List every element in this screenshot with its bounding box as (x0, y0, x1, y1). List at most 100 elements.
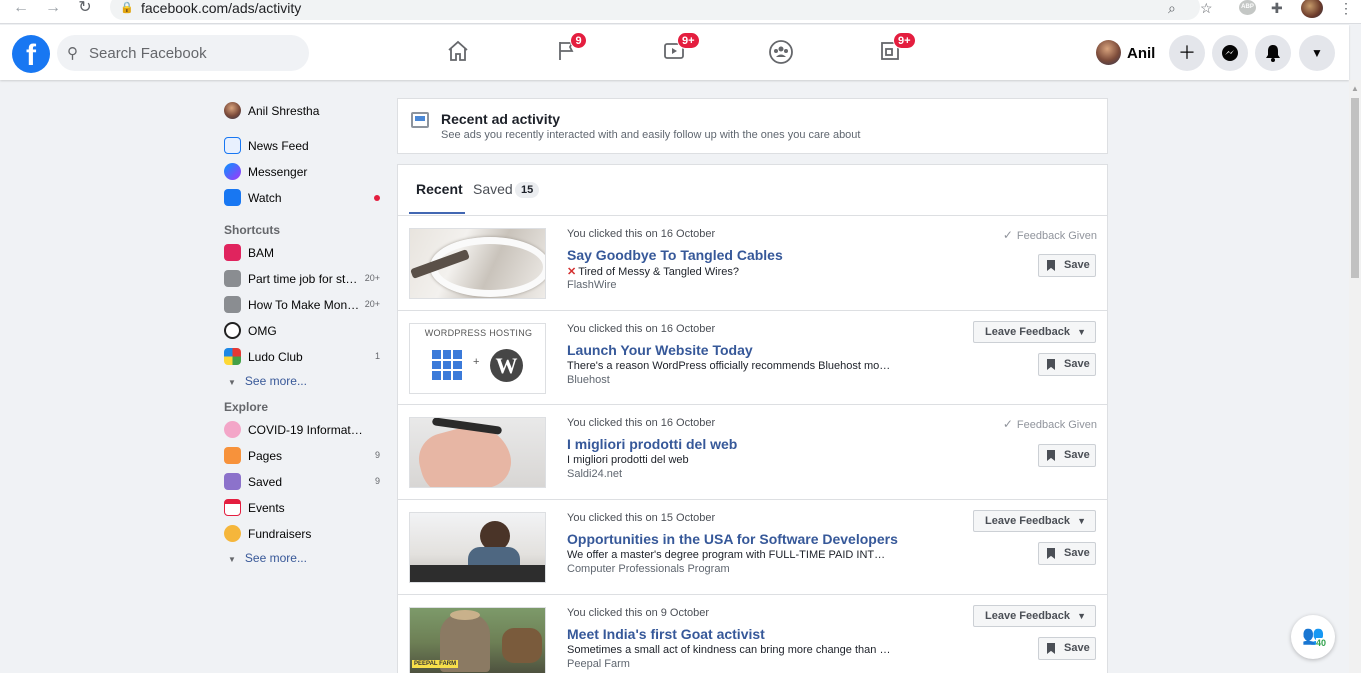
leave-feedback-button[interactable]: Leave Feedback ▼ (973, 321, 1096, 343)
sidebar-item-news-feed[interactable]: News Feed (216, 134, 386, 156)
sidebar-explore-fundraisers[interactable]: Fundraisers (216, 522, 386, 544)
sidebar-item-label: Events (248, 501, 285, 515)
ludo-icon (224, 348, 241, 365)
home-icon[interactable] (444, 39, 472, 67)
red-x-icon: ✕ (567, 266, 577, 278)
ad-thumbnail[interactable] (409, 417, 546, 488)
pages-badge: 9 (570, 32, 587, 49)
ad-title-link[interactable]: I migliori prodotti del web (567, 436, 737, 452)
lock-icon[interactable]: 🔒 (120, 1, 134, 14)
zoom-icon[interactable]: ⌕ (1168, 0, 1176, 16)
sidebar-item-label: Pages (248, 449, 283, 463)
sidebar-shortcut-omg[interactable]: OMG (216, 319, 386, 341)
sidebar-item-label: How To Make Money Online (248, 298, 363, 312)
browser-toolbar: ← → ↻ 🔒 facebook.com/ads/activity ⌕ ☆ AB… (0, 0, 1361, 24)
sidebar-item-label: Fundraisers (248, 527, 312, 541)
chevron-down-icon: ▼ (228, 378, 236, 387)
clicked-date: You clicked this on 15 October (567, 512, 716, 524)
grid-icon (432, 350, 462, 380)
tab-recent[interactable]: Recent (416, 181, 463, 197)
create-plus-button[interactable]: ＋ (1169, 35, 1205, 71)
sidebar-shortcut-group[interactable]: How To Make Money Online 20+ (216, 293, 386, 315)
ad-thumbnail[interactable]: PEEPAL FARM (409, 607, 546, 673)
ad-title-link[interactable]: Launch Your Website Today (567, 342, 753, 358)
sidebar-shortcut-bam[interactable]: BAM (216, 241, 386, 263)
browser-profile-avatar[interactable] (1301, 0, 1323, 18)
save-button[interactable]: Save (1038, 542, 1096, 565)
save-button[interactable]: Save (1038, 353, 1096, 376)
clicked-date: You clicked this on 9 October (567, 607, 710, 619)
ad-thumbnail[interactable] (409, 512, 546, 583)
groups-icon[interactable] (767, 39, 795, 67)
facebook-header: f ⚲ Search Facebook 9 9+ 9+ Anil ＋ ▼ (0, 25, 1349, 80)
leave-feedback-button[interactable]: Leave Feedback ▼ (973, 605, 1096, 627)
ad-thumbnail[interactable]: WORDPRESS HOSTING + W (409, 323, 546, 394)
checkmark-icon: ✓ (1002, 228, 1013, 242)
watch-icon (224, 189, 241, 206)
list-item: You clicked this on 15 October Opportuni… (398, 499, 1107, 594)
page-scrollbar[interactable]: ▲ (1349, 80, 1361, 673)
messenger-button[interactable] (1212, 35, 1248, 71)
sidebar-explore-events[interactable]: Events (216, 496, 386, 518)
plus-icon: + (473, 356, 480, 368)
ad-activity-list: Recent Saved 15 You clicked this on 16 O… (397, 164, 1108, 673)
bam-icon (224, 244, 241, 261)
save-button[interactable]: Save (1038, 637, 1096, 660)
sidebar-item-label: Part time job for students (248, 272, 363, 286)
shortcuts-see-more-link[interactable]: ▼ See more... (228, 374, 307, 388)
sidebar-item-label: Ludo Club (248, 350, 303, 364)
explore-see-more-link[interactable]: ▼ See more... (228, 551, 307, 565)
clicked-date: You clicked this on 16 October (567, 228, 716, 240)
reload-icon[interactable]: ↻ (74, 0, 96, 16)
recent-ad-activity-header: Recent ad activity See ads you recently … (397, 98, 1108, 154)
ad-thumbnail[interactable] (409, 228, 546, 299)
account-menu-button[interactable]: ▼ (1299, 35, 1335, 71)
sidebar-explore-saved[interactable]: Saved 9 (216, 470, 386, 492)
ad-body: ✕ Tired of Messy & Tangled Wires? (567, 266, 740, 278)
ad-source: FlashWire (567, 279, 617, 291)
group-icon (224, 296, 241, 313)
save-button[interactable]: Save (1038, 444, 1096, 467)
adblock-extension-icon[interactable]: ABP (1239, 0, 1256, 15)
ad-source: Computer Professionals Program (567, 563, 730, 575)
scroll-up-arrow-icon[interactable]: ▲ (1351, 84, 1359, 93)
list-item: WORDPRESS HOSTING + W You clicked this o… (398, 310, 1107, 405)
leave-feedback-button[interactable]: Leave Feedback ▼ (973, 510, 1096, 532)
forward-icon[interactable]: → (42, 0, 64, 16)
search-input[interactable]: Search Facebook (89, 45, 207, 62)
sidebar-explore-covid[interactable]: COVID-19 Information Centre (216, 418, 386, 440)
sidebar-item-profile[interactable]: Anil Shrestha (216, 99, 386, 121)
tab-saved[interactable]: Saved (473, 181, 513, 197)
saved-bookmark-icon (224, 473, 241, 490)
ad-body: There's a reason WordPress officially re… (567, 360, 892, 372)
ad-title-link[interactable]: Opportunities in the USA for Software De… (567, 531, 898, 547)
extensions-icon[interactable]: ✚ (1271, 0, 1283, 16)
ad-body: I migliori prodotti del web (567, 454, 689, 466)
sidebar-item-messenger[interactable]: Messenger (216, 160, 386, 182)
item-count: 9 (374, 476, 380, 486)
sidebar-shortcut-ludo-club[interactable]: Ludo Club 1 (216, 345, 386, 367)
sidebar-item-label: COVID-19 Information Centre (248, 423, 363, 437)
new-content-dot (374, 195, 380, 201)
bookmark-star-icon[interactable]: ☆ (1200, 0, 1213, 16)
facebook-logo-icon[interactable]: f (12, 35, 50, 73)
sidebar-item-watch[interactable]: Watch (216, 186, 386, 208)
ad-title-link[interactable]: Meet India's first Goat activist (567, 626, 765, 642)
contacts-floating-button[interactable]: 👥 40 (1291, 615, 1335, 659)
address-bar-url[interactable]: facebook.com/ads/activity (141, 0, 301, 16)
sidebar-shortcut-group[interactable]: Part time job for students 20+ (216, 267, 386, 289)
search-box[interactable]: ⚲ Search Facebook (57, 35, 309, 71)
ad-title-link[interactable]: Say Goodbye To Tangled Cables (567, 247, 783, 263)
chevron-down-icon: ▼ (228, 555, 236, 564)
back-icon[interactable]: ← (10, 0, 32, 16)
scroll-thumb[interactable] (1351, 98, 1359, 278)
bookmark-icon (1047, 450, 1055, 461)
notifications-bell-button[interactable] (1255, 35, 1291, 71)
profile-name: Anil (1127, 45, 1156, 62)
browser-menu-icon[interactable]: ⋮ (1339, 0, 1353, 16)
sidebar-item-label: Watch (248, 191, 282, 205)
save-button[interactable]: Save (1038, 254, 1096, 277)
fundraiser-heart-icon (224, 525, 241, 542)
ad-body: Sometimes a small act of kindness can br… (567, 644, 892, 656)
sidebar-explore-pages[interactable]: Pages 9 (216, 444, 386, 466)
